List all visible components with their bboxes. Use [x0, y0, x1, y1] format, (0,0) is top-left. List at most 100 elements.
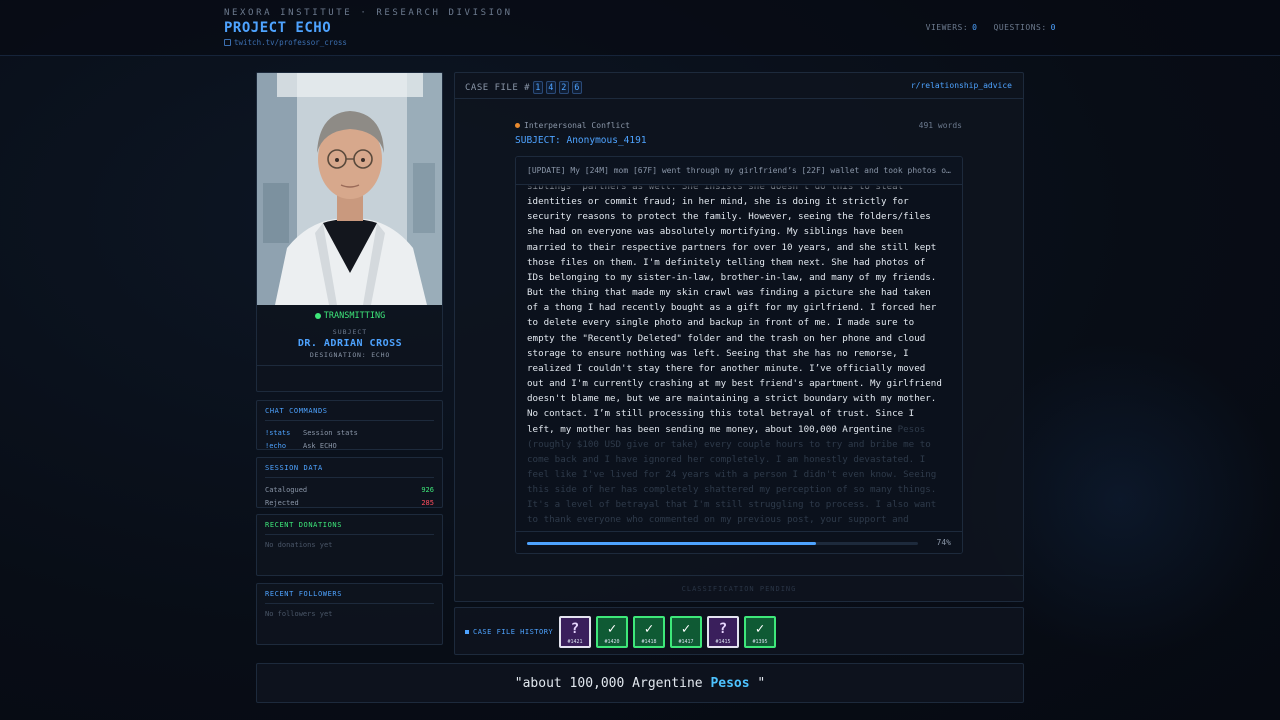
catalogued-row: Catalogued 926 [265, 484, 434, 497]
post-line-faded: this side of her has completely shattere… [527, 484, 937, 496]
history-card-id: #1417 [678, 639, 694, 645]
read-progress-label: 74% [936, 538, 951, 547]
divider [257, 365, 442, 366]
command-desc: Ask ECHO [303, 441, 337, 450]
case-category: Interpersonal Conflict [515, 121, 630, 130]
check-icon: ✓ [644, 621, 654, 637]
read-progress-fill [527, 542, 817, 545]
subject-portrait [257, 73, 442, 305]
quote-suffix: " [749, 676, 766, 691]
stream-stats: VIEWERS: 0 QUESTIONS: 0 [926, 23, 1056, 32]
post-line: to delete every single photo and backup … [527, 317, 915, 329]
case-digit: 6 [572, 81, 583, 94]
question-icon: ? [570, 621, 580, 637]
portrait-image [257, 73, 442, 305]
read-progress-bar [527, 542, 918, 545]
current-quote: "about 100,000 Argentine Pesos " [256, 663, 1024, 703]
chat-commands-title: CHAT COMMANDS [265, 407, 434, 421]
post-line-faded: feel like I've lived for 24 years with a… [527, 468, 937, 480]
followers-empty: No followers yet [265, 610, 333, 618]
post-line-faded: to thank everyone who commented on my pr… [527, 514, 909, 526]
post-line: No contact. I’m still processing this to… [527, 408, 915, 420]
history-card-id: #1395 [752, 639, 768, 645]
recent-donations-panel: RECENT DONATIONS No donations yet [256, 514, 443, 576]
post-line: out and I'm currently crashing at my bes… [527, 378, 942, 390]
history-bullet-icon [465, 630, 469, 634]
post-line: of a thong I had recently bought as a gi… [527, 302, 937, 314]
questions-count: 0 [1050, 23, 1056, 32]
case-file-panel: CASE FILE # 1 4 2 6 r/relationship_advic… [454, 72, 1024, 602]
rejected-count: 285 [421, 498, 434, 507]
post-line: she had on everyone was absolutely morti… [527, 226, 904, 238]
twitch-icon [224, 39, 231, 46]
case-history-panel: CASE FILE HISTORY ? #1421 ✓ #1420 ✓ #1418 ✓ #14… [454, 607, 1024, 655]
quote-highlight: Pesos [710, 676, 750, 691]
chat-commands-panel: CHAT COMMANDS !stats Session stats !echo… [256, 400, 443, 450]
post-line: But the thing that made my skin crawl wa… [527, 287, 931, 299]
post-line: identities or commit fraud; in her mind,… [527, 196, 909, 208]
project-title: PROJECT ECHO [224, 20, 332, 36]
command-name: !stats [265, 429, 291, 437]
post-line: storage to ensure nothing was left. Seei… [527, 347, 909, 359]
history-card-id: #1421 [567, 639, 583, 645]
history-card[interactable]: ✓ #1418 [633, 616, 665, 648]
history-card[interactable]: ✓ #1420 [596, 616, 628, 648]
catalogued-count: 926 [421, 486, 434, 494]
subreddit-link[interactable]: r/relationship_advice [911, 81, 1012, 90]
channel-url: twitch.tv/professor_cross [234, 38, 347, 47]
history-card[interactable]: ✓ #1417 [670, 616, 702, 648]
subject-label: SUBJECT [332, 328, 368, 336]
command-row: !stats Session stats [265, 427, 434, 440]
post-document[interactable]: [UPDATE] My [24M] mom [67F] went through… [515, 156, 963, 554]
history-card-id: #1415 [715, 639, 731, 645]
post-line: those files on them. I'm definitely tell… [527, 256, 926, 268]
post-line: married to their respective partners for… [527, 241, 937, 253]
quote-prefix: "about 100,000 Argentine [514, 676, 711, 691]
session-data-panel: SESSION DATA Catalogued 926 Rejected 285 [256, 457, 443, 508]
history-card[interactable]: ? #1421 [559, 616, 591, 648]
post-body: siblings' partners as well. She insists … [527, 179, 953, 528]
channel-link[interactable]: twitch.tv/professor_cross [224, 38, 347, 47]
history-card[interactable]: ✓ #1395 [744, 616, 776, 648]
command-desc: Session stats [303, 429, 358, 437]
donations-empty: No donations yet [265, 541, 333, 549]
check-icon: ✓ [607, 621, 617, 637]
donations-title: RECENT DONATIONS [265, 521, 434, 535]
history-card[interactable]: ? #1415 [707, 616, 739, 648]
category-dot-icon [515, 123, 520, 128]
command-row: !echo Ask ECHO [265, 440, 434, 453]
live-dot-icon [314, 312, 321, 319]
viewers-count: 0 [972, 23, 978, 32]
command-name: !echo [265, 441, 287, 450]
subject-designation: DESIGNATION: ECHO [309, 351, 391, 359]
questions-stat: QUESTIONS: 0 [993, 23, 1056, 32]
post-line: left, my mother has been sending me mone… [527, 423, 926, 435]
post-line-faded: come back and I have ignored her complet… [527, 453, 926, 465]
post-line: IDs belonging to my sister-in-law, broth… [527, 271, 937, 283]
subject-card: TRANSMITTING SUBJECT DR. ADRIAN CROSS DE… [256, 72, 443, 392]
post-line: empty the "Recently Deleted" folder and … [527, 332, 926, 344]
post-line-tail: Pesos [892, 423, 926, 435]
post-line: doesn't blame me, but we are maintaining… [527, 393, 937, 405]
followers-title: RECENT FOLLOWERS [265, 590, 434, 604]
word-count: 491 words [918, 121, 962, 130]
viewers-stat: VIEWERS: 0 [925, 23, 978, 32]
post-line-faded: (roughly $100 USD give or take) every co… [527, 438, 931, 450]
case-digit: 4 [546, 81, 557, 94]
case-number: CASE FILE # 1 4 2 6 [465, 81, 583, 94]
post-line: realized I couldn't stay there for anoth… [527, 362, 926, 374]
case-digit: 1 [533, 81, 544, 94]
rejected-row: Rejected 285 [265, 497, 434, 510]
question-icon: ? [718, 621, 728, 637]
recent-followers-panel: RECENT FOLLOWERS No followers yet [256, 583, 443, 645]
case-header: CASE FILE # 1 4 2 6 r/relationship_advic… [455, 73, 1023, 99]
check-icon: ✓ [681, 621, 691, 637]
history-label: CASE FILE HISTORY [465, 628, 553, 636]
history-cards: ? #1421 ✓ #1420 ✓ #1418 ✓ #1417? #1415 ✓ #1395 [559, 616, 776, 648]
session-data-title: SESSION DATA [265, 464, 434, 478]
history-card-id: #1418 [641, 639, 657, 645]
post-line: security reasons to protect the family. … [527, 211, 931, 223]
fade-overlay [516, 185, 962, 191]
history-card-id: #1420 [604, 639, 620, 645]
subject-name: DR. ADRIAN CROSS [297, 338, 403, 349]
